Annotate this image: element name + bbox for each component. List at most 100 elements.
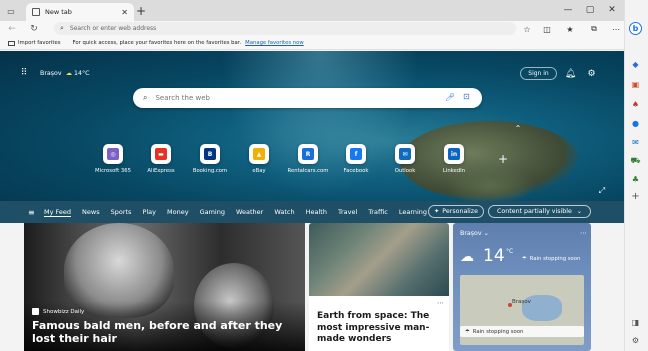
outlook-icon[interactable]: ✉	[629, 136, 642, 149]
quick-link-label: Booking.com	[192, 168, 228, 174]
weather-card-unit: °C	[506, 248, 514, 255]
back-icon[interactable]: ←	[6, 23, 18, 35]
tag-icon[interactable]: ◆	[629, 58, 642, 71]
quick-link-icon: in	[444, 144, 464, 164]
feed-tab[interactable]: Health	[306, 208, 327, 217]
favorites-bar: Import favorites For quick access, place…	[0, 37, 624, 50]
quick-link-icon: ✉	[395, 144, 415, 164]
new-tab-button[interactable]: +	[134, 4, 148, 18]
split-screen-icon[interactable]: ◫	[541, 23, 553, 35]
card-more-icon[interactable]: ⋯	[437, 299, 444, 307]
content-visibility-select[interactable]: Content partially visible ⌄	[488, 205, 591, 218]
feed-tab[interactable]: Money	[167, 208, 189, 217]
quick-link-label: LinkedIn	[442, 168, 466, 174]
quick-link[interactable]: ✉ Outlook	[381, 144, 429, 174]
favorites-prompt: For quick access, place your favorites h…	[72, 40, 242, 46]
add-favorite-icon[interactable]: ☆	[521, 23, 533, 35]
sidebar-layout-icon[interactable]: ◨	[629, 316, 642, 329]
tab-actions-icon[interactable]: ▭	[6, 6, 16, 16]
satellite-image	[309, 223, 449, 296]
feed-tab[interactable]: Watch	[274, 208, 294, 217]
chevron-down-icon: ⌄	[576, 208, 582, 215]
web-search-box[interactable]: ⌕ Search the web 🎤︎ ⊡	[133, 88, 482, 108]
feed-tab[interactable]: Gaming	[200, 208, 225, 217]
toolbox-icon[interactable]: ▣	[629, 78, 642, 91]
card-a-source: Showbizz Daily	[32, 308, 84, 315]
search-placeholder: Search the web	[155, 94, 210, 102]
feed-tab[interactable]: Travel	[338, 208, 357, 217]
address-bar[interactable]: ⌕ Search or enter web address	[54, 22, 516, 35]
search-icon: ⌕	[60, 24, 64, 32]
personalize-label: Personalize	[442, 208, 478, 215]
card-b-headline[interactable]: Earth from space: The most impressive ma…	[317, 311, 442, 346]
quick-link[interactable]: B Booking.com	[186, 144, 234, 174]
tab-title: New tab	[45, 8, 72, 16]
feed-tab[interactable]: Learning	[399, 208, 427, 217]
page-settings-icon[interactable]: ⚙	[586, 68, 597, 79]
quick-link-icon: ▲	[249, 144, 269, 164]
card-a-headline[interactable]: Famous bald men, before and after they l…	[32, 319, 297, 345]
weather-city: Brașov	[40, 70, 62, 77]
personalize-button[interactable]: ✦ Personalize	[428, 205, 484, 218]
manage-favorites-link[interactable]: Manage favorites now	[245, 40, 304, 46]
refresh-icon[interactable]: ↻	[28, 23, 40, 35]
content-visibility-label: Content partially visible	[497, 208, 572, 215]
feed-tab[interactable]: Play	[142, 208, 156, 217]
quick-link-label: eBay	[252, 168, 266, 174]
quick-link-icon: R	[298, 144, 318, 164]
weather-widget-top[interactable]: Brașov ☁ 14°C	[40, 70, 90, 77]
umbrella-icon: ☂	[465, 328, 470, 335]
hamburger-menu-icon[interactable]: ≡	[28, 208, 35, 217]
sidebar-settings-icon[interactable]: ⚙	[629, 334, 642, 347]
quick-link[interactable]: ▲ eBay	[235, 144, 283, 174]
weather-card-more-icon[interactable]: ⋯	[580, 229, 587, 237]
bing-chat-icon[interactable]: b	[629, 22, 642, 35]
visual-search-icon[interactable]: ⊡	[463, 92, 470, 101]
folder-icon	[8, 40, 15, 46]
source-logo-icon	[32, 308, 39, 315]
maximize-button[interactable]: ▢	[580, 3, 600, 17]
quick-link[interactable]: ▬ AliExpress	[137, 144, 185, 174]
more-menu-icon[interactable]: ⋯	[610, 23, 622, 35]
microphone-icon[interactable]: 🎤︎	[445, 93, 455, 102]
close-window-button[interactable]: ✕	[602, 3, 622, 17]
feed-tab[interactable]: Traffic	[368, 208, 388, 217]
expand-image-icon[interactable]: ⤢	[597, 186, 607, 196]
quick-link[interactable]: in LinkedIn	[430, 144, 478, 174]
quick-link-label: Facebook	[343, 168, 369, 174]
quick-link-icon: ▬	[151, 144, 171, 164]
collections-icon[interactable]: ⧉	[588, 23, 600, 35]
tab-new-tab[interactable]: New tab ✕	[26, 3, 134, 21]
quick-link[interactable]: ◎ Microsoft 365	[89, 144, 137, 174]
notifications-bell-icon[interactable]: 🔔︎	[565, 68, 576, 79]
games-icon[interactable]: ♠	[629, 98, 642, 111]
rain-cloud-icon: ☁	[460, 249, 474, 265]
feed-tab[interactable]: News	[82, 208, 100, 217]
card-b-source: Espresso · 1 day ago	[317, 300, 385, 307]
quick-link[interactable]: R Rentalcars.com	[284, 144, 332, 174]
shopping-icon[interactable]: ⛟	[629, 154, 642, 167]
favorites-icon[interactable]: ★	[564, 23, 576, 35]
tree-icon[interactable]: ♣	[629, 173, 642, 186]
tab-favicon-icon	[32, 8, 40, 16]
sign-in-button[interactable]: Sign in	[520, 67, 557, 80]
feed-tab[interactable]: Sports	[111, 208, 132, 217]
feed-tab[interactable]: Weather	[236, 208, 263, 217]
microsoft365-icon[interactable]: ●	[629, 117, 642, 130]
add-shortcut-icon[interactable]: +	[497, 152, 509, 166]
apps-grid-icon[interactable]: ⠿	[19, 68, 29, 78]
add-sidebar-icon[interactable]: +	[629, 190, 642, 203]
quick-link-label: Rentalcars.com	[287, 168, 329, 174]
quick-link[interactable]: f Facebook	[332, 144, 380, 174]
source-logo-icon	[317, 300, 324, 307]
quick-link-label: AliExpress	[147, 168, 175, 174]
collapse-chevron-icon[interactable]: ⌃	[513, 124, 523, 133]
close-tab-icon[interactable]: ✕	[121, 8, 128, 17]
quick-link-icon: f	[346, 144, 366, 164]
minimize-button[interactable]: —	[558, 3, 578, 17]
weather-card-temp: 14	[483, 246, 505, 266]
address-placeholder: Search or enter web address	[69, 25, 157, 32]
import-favorites-button[interactable]: Import favorites	[8, 40, 61, 46]
weather-card-city[interactable]: Brașov ⌄	[460, 230, 489, 237]
feed-tab[interactable]: My Feed	[44, 208, 72, 217]
